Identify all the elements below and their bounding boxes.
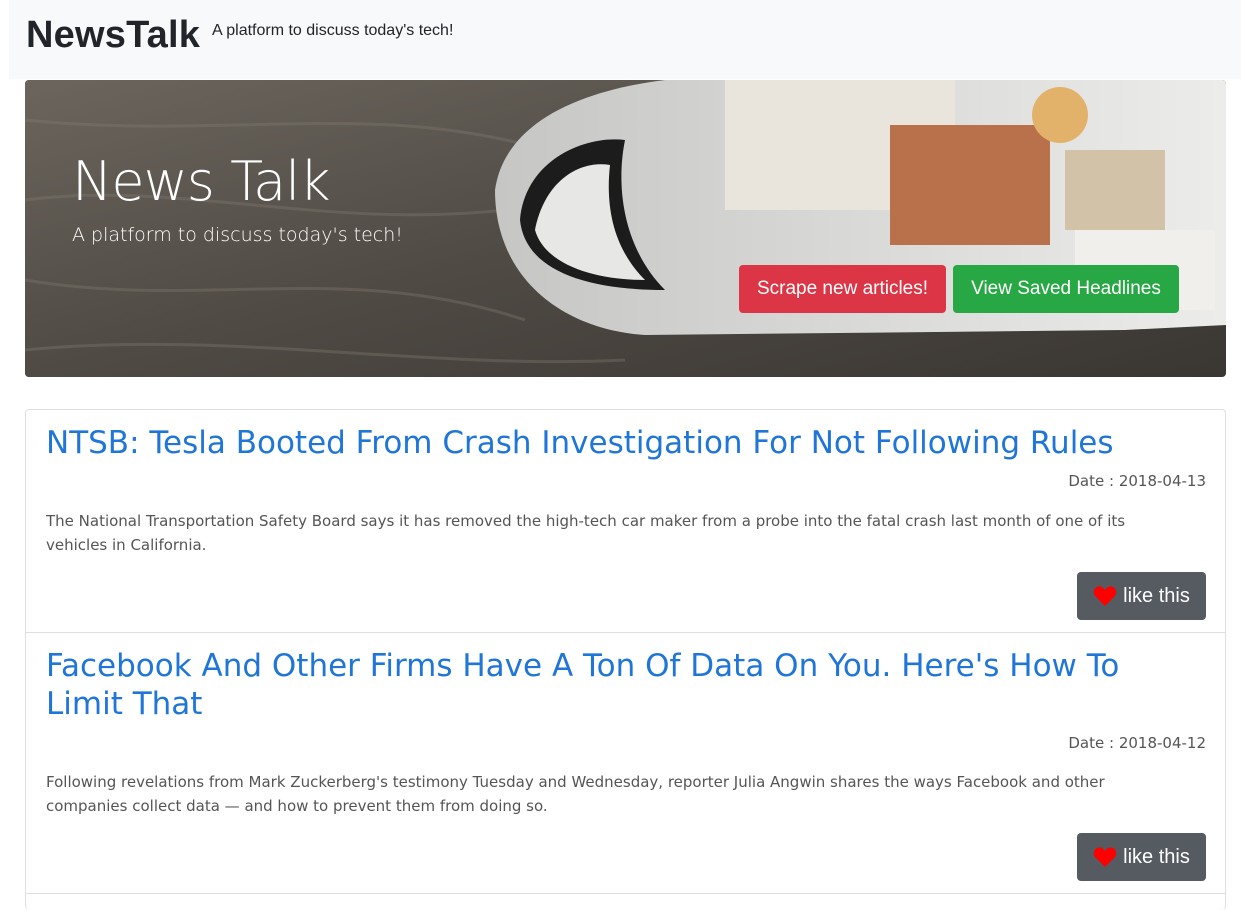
hero-jumbotron: News Talk A platform to discuss today's … xyxy=(25,80,1226,377)
article-date: Date : 2018-04-12 xyxy=(1068,734,1206,752)
brand-title[interactable]: NewsTalk xyxy=(26,14,200,57)
article-summary: The National Transportation Safety Board… xyxy=(46,512,1126,554)
navbar-tagline: A platform to discuss today's tech! xyxy=(212,22,454,39)
view-saved-headlines-button[interactable]: View Saved Headlines xyxy=(953,265,1179,313)
scrape-articles-button[interactable]: Scrape new articles! xyxy=(739,265,946,313)
heart-icon xyxy=(1093,847,1117,867)
article-card: NTSB: Tesla Booted From Crash Investigat… xyxy=(26,410,1225,633)
like-button-label: like this xyxy=(1123,845,1190,868)
article-headline-link[interactable]: Facebook And Other Firms Have A Ton Of D… xyxy=(46,647,1176,723)
like-button-label: like this xyxy=(1123,584,1190,607)
hero-subtitle: A platform to discuss today's tech! xyxy=(72,224,403,246)
article-summary: Following revelations from Mark Zuckerbe… xyxy=(46,773,1105,815)
article-date: Date : 2018-04-13 xyxy=(1068,472,1206,490)
like-button[interactable]: like this xyxy=(1077,572,1206,620)
navbar: NewsTalk A platform to discuss today's t… xyxy=(9,0,1241,79)
heart-icon xyxy=(1093,586,1117,606)
article-list: NTSB: Tesla Booted From Crash Investigat… xyxy=(25,409,1226,910)
hero-title: News Talk xyxy=(72,150,330,213)
like-button[interactable]: like this xyxy=(1077,833,1206,881)
article-headline-link[interactable]: NTSB: Tesla Booted From Crash Investigat… xyxy=(46,424,1176,462)
article-card: Facebook And Other Firms Have A Ton Of D… xyxy=(26,633,1225,894)
